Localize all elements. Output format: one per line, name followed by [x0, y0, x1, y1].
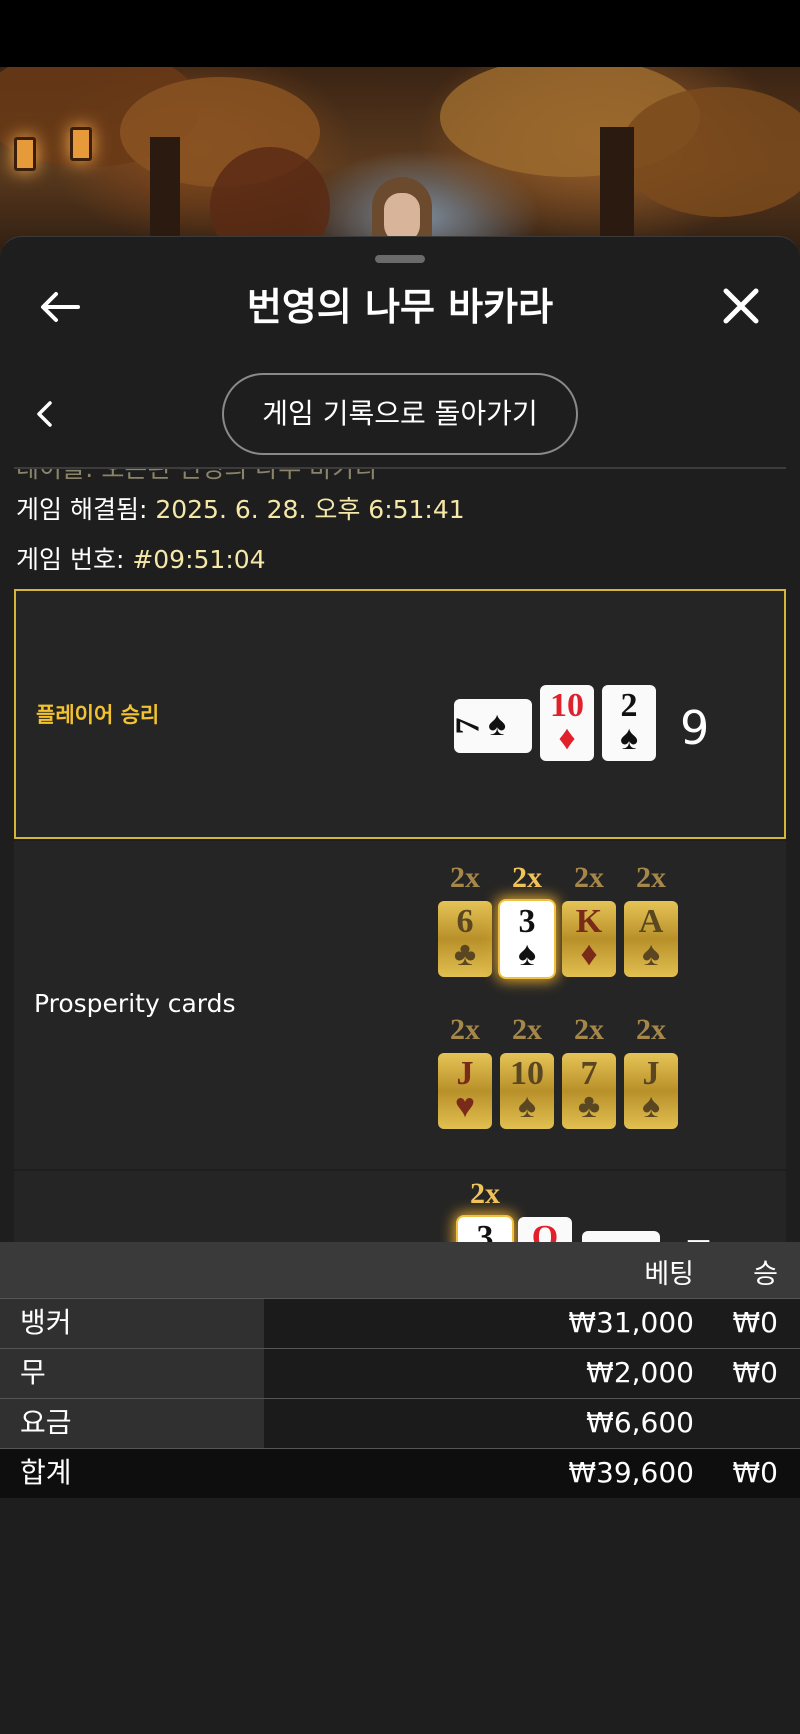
- prosperity-card-highlighted: 3 ♠: [500, 901, 554, 977]
- row-win: ₩0: [732, 1356, 779, 1389]
- game-number-value: #09:51:04: [132, 545, 266, 574]
- row-label: 뱅커: [0, 1299, 264, 1348]
- table-name-clipped: 테이블: 오픈된 번영의 나무 바카라: [16, 469, 716, 483]
- player-result-box: 플레이어 승리 7 ♠ 10 ♦ 2 ♠ 9: [14, 589, 786, 839]
- drag-handle[interactable]: [375, 255, 425, 263]
- bet-column-header: 베팅: [644, 1259, 694, 1290]
- row-bet: ₩31,000: [568, 1306, 694, 1339]
- multiplier-badge: 2x: [450, 1013, 480, 1046]
- row-bet: ₩2,000: [586, 1356, 694, 1389]
- game-details-sheet: 번영의 나무 바카라 게임 기록으로 돌아가기 테이블: 오픈된 번영의 나무 …: [0, 236, 800, 1734]
- prosperity-label: Prosperity cards: [34, 989, 236, 1018]
- total-win: ₩0: [732, 1456, 779, 1489]
- row-label: 요금: [0, 1399, 264, 1448]
- playing-card: 10 ♦: [540, 685, 594, 761]
- multiplier-badge: 2x: [512, 861, 542, 894]
- close-icon[interactable]: [718, 283, 764, 329]
- multiplier-badge: 2x: [574, 1013, 604, 1046]
- resolved-label: 게임 해결됨:: [16, 495, 148, 524]
- table-row: 무 ₩2,000 ₩0: [0, 1348, 800, 1398]
- row-win: ₩0: [732, 1306, 779, 1339]
- prosperity-cards-box: Prosperity cards 2x 2x 2x 2x 6 ♣ 3 ♠ K ♦ A ♠…: [14, 841, 786, 1171]
- page-title: 번영의 나무 바카라: [246, 285, 554, 329]
- resolved-time: 게임 해결됨: 2025. 6. 28. 오후 6:51:41: [16, 493, 465, 527]
- multiplier-badge: 2x: [512, 1013, 542, 1046]
- prosperity-card: 6 ♣: [438, 901, 492, 977]
- total-label: 합계: [0, 1449, 264, 1498]
- table-row: 요금 ₩6,600: [0, 1398, 800, 1448]
- game-number-label: 게임 번호:: [16, 545, 125, 574]
- game-number: 게임 번호: #09:51:04: [16, 543, 266, 577]
- player-win-label: 플레이어 승리: [36, 703, 160, 727]
- multiplier-badge: 2x: [470, 1177, 500, 1210]
- prosperity-card: J ♠: [624, 1053, 678, 1129]
- row-label: 무: [0, 1349, 264, 1398]
- back-to-history-button[interactable]: 게임 기록으로 돌아가기: [222, 373, 578, 455]
- prosperity-card: J ♥: [438, 1053, 492, 1129]
- prosperity-card: K ♦: [562, 901, 616, 977]
- table-row: 뱅커 ₩31,000 ₩0: [0, 1298, 800, 1348]
- chevron-left-icon[interactable]: [28, 397, 62, 431]
- resolved-value: 2025. 6. 28. 오후 6:51:41: [155, 495, 465, 524]
- row-bet: ₩6,600: [586, 1406, 694, 1439]
- multiplier-badge: 2x: [574, 861, 604, 894]
- multiplier-badge: 2x: [636, 861, 666, 894]
- win-column-header: 승: [753, 1259, 778, 1290]
- total-bet: ₩39,600: [568, 1456, 694, 1489]
- playing-card: 2 ♠: [602, 685, 656, 761]
- playing-card: 7 ♠: [450, 699, 532, 753]
- table-total-row: 합계 ₩39,600 ₩0: [0, 1448, 800, 1498]
- player-score: 9: [680, 701, 710, 755]
- multiplier-badge: 2x: [636, 1013, 666, 1046]
- prosperity-card: A ♠: [624, 901, 678, 977]
- multiplier-badge: 2x: [450, 861, 480, 894]
- prosperity-card: 7 ♣: [562, 1053, 616, 1129]
- table-header: 베팅 승: [0, 1242, 800, 1298]
- arrow-left-icon[interactable]: [38, 285, 82, 329]
- prosperity-card: 10 ♠: [500, 1053, 554, 1129]
